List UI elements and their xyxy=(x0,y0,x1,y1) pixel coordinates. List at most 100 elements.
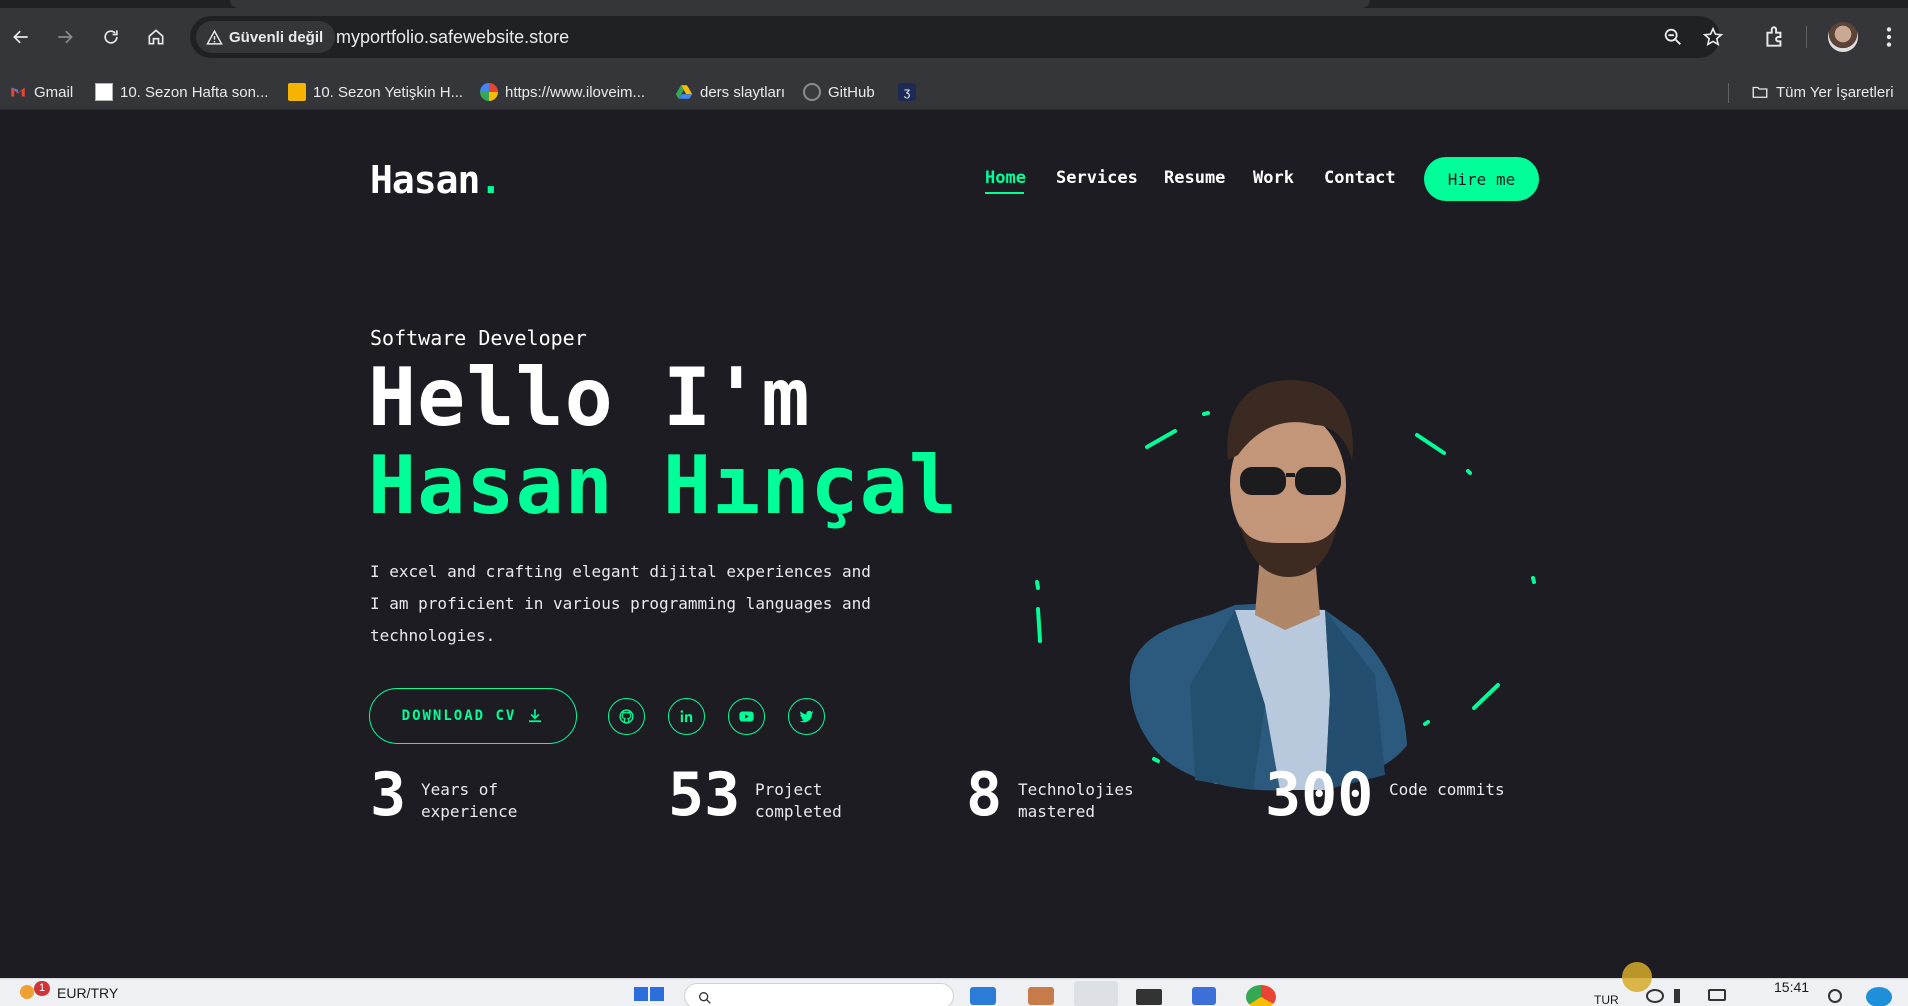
arrow-left-icon xyxy=(13,30,28,44)
linkedin-link[interactable] xyxy=(668,698,705,735)
taskbar-search[interactable] xyxy=(684,983,954,1006)
github-link[interactable] xyxy=(608,698,645,735)
linkedin-icon xyxy=(680,710,693,723)
bookmark-gmail[interactable]: Gmail xyxy=(9,82,73,102)
address-bar[interactable]: Güvenli değil myportfolio.safewebsite.st… xyxy=(190,16,1724,58)
hero-subtitle: Software Developer xyxy=(370,326,587,350)
download-icon xyxy=(529,709,542,723)
active-tab[interactable] xyxy=(230,0,1370,8)
zoom-icon[interactable] xyxy=(1662,26,1684,48)
folder-icon xyxy=(1752,86,1768,98)
stat-projects-number: 53 xyxy=(668,760,741,830)
mail-taskbar-icon[interactable] xyxy=(1074,981,1118,1006)
start-icon[interactable] xyxy=(634,987,648,1001)
stat-years-label: Years of experience xyxy=(421,780,518,821)
app-taskbar-icon[interactable] xyxy=(1028,987,1054,1005)
calendar-taskbar-icon[interactable] xyxy=(1192,987,1216,1005)
back-button[interactable] xyxy=(6,22,36,52)
app-icon: ʒ xyxy=(898,83,916,101)
twitter-link[interactable] xyxy=(788,698,825,735)
nav-resume[interactable]: Resume xyxy=(1164,168,1225,188)
arrow-right-icon xyxy=(58,30,73,44)
hero-greeting: Hello I'm xyxy=(368,351,811,444)
bookmark-app[interactable]: ʒ xyxy=(898,82,916,102)
logo-dot: . xyxy=(479,158,502,202)
stat-tech-label: Technolojies mastered xyxy=(1018,780,1134,821)
input-language[interactable]: TUR xyxy=(1594,993,1619,1006)
bookmark-label: Gmail xyxy=(34,83,74,101)
url-text[interactable]: myportfolio.safewebsite.store xyxy=(336,27,569,48)
wifi-icon[interactable] xyxy=(1646,989,1664,1003)
bookmark-iloveimg[interactable]: https://www.iloveim... xyxy=(480,82,645,102)
profile-avatar[interactable] xyxy=(1828,22,1858,52)
battery-icon[interactable] xyxy=(1708,989,1726,1001)
all-bookmarks-label: Tüm Yer İşaretleri xyxy=(1776,83,1894,101)
volume-icon[interactable] xyxy=(1674,989,1692,1003)
all-bookmarks-folder[interactable]: Tüm Yer İşaretleri xyxy=(1751,82,1894,102)
currency-label[interactable]: EUR/TRY xyxy=(57,985,118,1001)
copilot-icon[interactable] xyxy=(1866,987,1892,1006)
hero-portrait xyxy=(1035,380,1536,791)
slides-icon xyxy=(288,83,306,101)
bookmark-label: ders slaytları xyxy=(700,83,786,101)
portfolio-page: Hasan. Home Services Resume Work Contact… xyxy=(0,110,1908,978)
warning-icon xyxy=(206,29,223,45)
security-chip[interactable]: Güvenli değil xyxy=(196,21,336,53)
stat-tech-number: 8 xyxy=(966,760,1003,830)
hero-name: Hasan Hınçal xyxy=(368,439,958,532)
github-icon xyxy=(803,83,821,101)
nav-contact[interactable]: Contact xyxy=(1324,168,1396,188)
clock-time[interactable]: 15:41 xyxy=(1774,979,1809,995)
browser-toolbar: Güvenli değil myportfolio.safewebsite.st… xyxy=(0,0,1908,74)
download-cv-label: DOWNLOAD CV xyxy=(401,708,517,724)
google-icon xyxy=(480,83,498,101)
bookmark-github[interactable]: GitHub xyxy=(803,82,875,102)
youtube-link[interactable] xyxy=(728,698,765,735)
twitter-icon xyxy=(799,710,814,723)
drive-icon xyxy=(675,85,693,99)
security-label: Güvenli değil xyxy=(229,28,324,46)
github-icon xyxy=(619,709,634,724)
person-figure xyxy=(1129,380,1407,791)
tab-strip xyxy=(0,0,1908,8)
stat-commits-number: 300 xyxy=(1265,760,1374,830)
reload-button[interactable] xyxy=(96,22,126,52)
hire-me-button[interactable]: Hire me xyxy=(1424,157,1539,201)
bookmark-yetiskin[interactable]: 10. Sezon Yetişkin H... xyxy=(288,82,463,102)
home-button[interactable] xyxy=(141,22,171,52)
stat-years-number: 3 xyxy=(370,760,407,830)
download-cv-button[interactable]: DOWNLOAD CV xyxy=(369,688,577,744)
stat-projects-label: Project completed xyxy=(755,780,842,821)
bookmark-label: 10. Sezon Yetişkin H... xyxy=(313,83,464,101)
stat-commits-label: Code commits xyxy=(1389,780,1505,799)
bookmarks-divider xyxy=(1728,83,1729,103)
bookmark-ders[interactable]: ders slaytları xyxy=(675,82,785,102)
logo-text: Hasan xyxy=(370,158,480,202)
nav-work[interactable]: Work xyxy=(1253,168,1294,188)
nav-services[interactable]: Services xyxy=(1056,168,1138,188)
windows-taskbar: 1 EUR/TRY TUR 15:41 xyxy=(0,978,1908,1006)
notification-badge: 1 xyxy=(34,981,50,996)
mouse-cursor-highlight xyxy=(1622,962,1652,992)
doc-icon xyxy=(95,83,113,101)
forward-button[interactable] xyxy=(50,22,80,52)
chrome-taskbar-icon[interactable] xyxy=(1246,985,1276,1006)
menu-icon[interactable] xyxy=(1876,24,1902,50)
site-logo[interactable]: Hasan. xyxy=(370,158,502,202)
notifications-icon[interactable] xyxy=(1828,989,1842,1003)
currency-widget-icon[interactable] xyxy=(20,985,34,999)
nav-active-indicator xyxy=(985,192,1024,194)
bookmark-hafta[interactable]: 10. Sezon Hafta son... xyxy=(95,82,268,102)
terminal-taskbar-icon[interactable] xyxy=(1136,989,1162,1005)
bookmark-label: https://www.iloveim... xyxy=(505,83,646,101)
bookmark-label: 10. Sezon Hafta son... xyxy=(120,83,269,101)
nav-home[interactable]: Home xyxy=(985,168,1026,188)
vscode-icon[interactable] xyxy=(970,987,996,1005)
gmail-icon xyxy=(11,87,25,97)
youtube-icon xyxy=(739,711,754,722)
reload-icon xyxy=(104,30,118,44)
toolbar-divider xyxy=(1806,26,1807,48)
star-icon[interactable] xyxy=(1702,26,1724,48)
home-icon xyxy=(148,29,164,45)
extensions-icon[interactable] xyxy=(1762,24,1788,50)
